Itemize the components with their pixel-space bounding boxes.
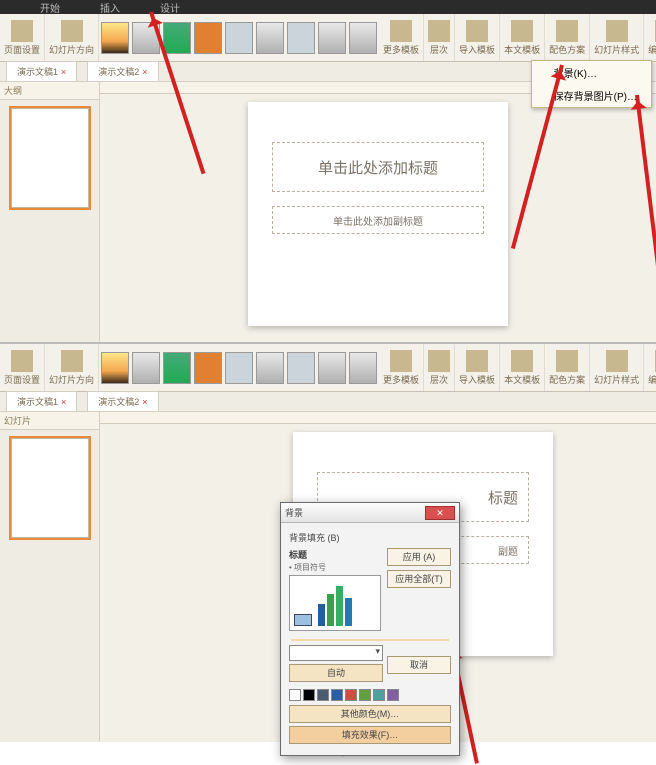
- page-setup-icon[interactable]: [11, 350, 33, 372]
- slide[interactable]: 单击此处添加标题 单击此处添加副标题: [248, 102, 508, 326]
- edit-master-label: 编辑母版: [648, 43, 656, 56]
- panel-tab-outline[interactable]: 大纲: [0, 82, 99, 100]
- import-label: 层次: [430, 43, 448, 56]
- doc-tab[interactable]: 演示文稿2×: [87, 61, 158, 81]
- slide-direction-icon[interactable]: [61, 350, 83, 372]
- slide-panel: 大纲: [0, 82, 100, 362]
- dropdown-item-background[interactable]: 背景(K)…: [532, 61, 651, 84]
- template-thumb[interactable]: [256, 22, 284, 54]
- template-thumb[interactable]: [287, 22, 315, 54]
- slide-direction-icon[interactable]: [61, 20, 83, 42]
- more-templates-icon[interactable]: [390, 20, 412, 42]
- background-dialog: 背景 ✕ 背景填充 (B) 标题 • 项目符号 应用 (A): [280, 502, 460, 756]
- template-thumb[interactable]: [163, 22, 191, 54]
- subtitle-placeholder[interactable]: 单击此处添加副标题: [272, 206, 484, 234]
- color-scheme-icon[interactable]: [556, 350, 578, 372]
- more-templates-icon[interactable]: [390, 350, 412, 372]
- import-template-icon[interactable]: [466, 20, 488, 42]
- page-setup-label: 页面设置: [4, 43, 40, 56]
- template-gallery[interactable]: [99, 20, 379, 56]
- ribbon: 页面设置 幻灯片方向 更多模板 层次 导入模板 本文模板 配色方案 幻灯片样式 …: [0, 14, 656, 62]
- import-icon[interactable]: [428, 350, 450, 372]
- workspace: 大纲 单击此处添加标题 单击此处添加副标题: [0, 82, 656, 362]
- template-thumb[interactable]: [256, 352, 284, 384]
- color-swatch[interactable]: [289, 689, 301, 701]
- template-thumb[interactable]: [194, 352, 222, 384]
- color-swatch[interactable]: [359, 689, 371, 701]
- template-thumb[interactable]: [349, 352, 377, 384]
- fill-effects-button[interactable]: 填充效果(F)…: [289, 726, 451, 744]
- template-thumb[interactable]: [194, 22, 222, 54]
- menu-bar: 开始 插入 设计: [0, 0, 656, 14]
- import-template-label: 导入模板: [459, 43, 495, 56]
- template-thumb[interactable]: [225, 352, 253, 384]
- doc-tab[interactable]: 演示文稿2×: [87, 391, 158, 411]
- template-thumb[interactable]: [132, 352, 160, 384]
- workspace: 幻灯片 标题 副题 背景 ✕ 背景填充 (B) 标题 • 项目符号: [0, 412, 656, 742]
- menu-item[interactable]: 设计: [160, 0, 180, 15]
- cancel-button[interactable]: 取消: [387, 656, 451, 674]
- slide-thumbnail[interactable]: [11, 108, 89, 208]
- color-swatch[interactable]: [331, 689, 343, 701]
- color-scheme-label: 配色方案: [549, 43, 585, 56]
- import-template-icon[interactable]: [466, 350, 488, 372]
- this-template-label: 本文模板: [504, 43, 540, 56]
- preview-section-label: 标题: [289, 548, 381, 561]
- this-template-icon[interactable]: [511, 20, 533, 42]
- ribbon: 页面设置 幻灯片方向 更多模板 层次 导入模板 本文模板 配色方案 幻灯片样式 …: [0, 344, 656, 392]
- page-setup-icon[interactable]: [11, 20, 33, 42]
- fill-label: 背景填充 (B): [289, 531, 451, 544]
- slide-direction-label: 幻灯片方向: [49, 43, 94, 56]
- template-thumb[interactable]: [225, 22, 253, 54]
- color-scheme-icon[interactable]: [556, 20, 578, 42]
- more-templates-label: 更多模板: [383, 43, 419, 56]
- template-gallery[interactable]: [99, 350, 379, 386]
- color-swatch[interactable]: [373, 689, 385, 701]
- slide-style-icon[interactable]: [606, 20, 628, 42]
- color-swatch[interactable]: [387, 689, 399, 701]
- template-thumb[interactable]: [349, 22, 377, 54]
- more-colors-button[interactable]: 其他颜色(M)…: [289, 705, 451, 723]
- color-swatch[interactable]: [345, 689, 357, 701]
- preview-bullet: • 项目符号: [289, 562, 381, 573]
- template-thumb[interactable]: [101, 22, 129, 54]
- panel-tab-slides[interactable]: 幻灯片: [0, 412, 99, 430]
- auto-button[interactable]: 自动: [289, 664, 383, 682]
- title-placeholder[interactable]: 单击此处添加标题: [272, 142, 484, 192]
- color-select[interactable]: [289, 645, 383, 661]
- slide-style-label: 幻灯片样式: [594, 43, 639, 56]
- menu-item[interactable]: 开始: [40, 0, 60, 15]
- template-thumb[interactable]: [318, 352, 346, 384]
- apply-button[interactable]: 应用 (A): [387, 548, 451, 566]
- this-template-icon[interactable]: [511, 350, 533, 372]
- template-thumb[interactable]: [318, 22, 346, 54]
- slide-panel: 幻灯片: [0, 412, 100, 742]
- import-icon[interactable]: [428, 20, 450, 42]
- slide-thumbnail[interactable]: [11, 438, 89, 538]
- template-thumb[interactable]: [287, 352, 315, 384]
- slide-canvas: 单击此处添加标题 单击此处添加副标题: [100, 82, 656, 362]
- dialog-titlebar[interactable]: 背景 ✕: [281, 503, 459, 523]
- color-swatch[interactable]: [303, 689, 315, 701]
- doc-tabs: 演示文稿1× 演示文稿2×: [0, 392, 656, 412]
- close-icon[interactable]: ✕: [425, 506, 455, 520]
- doc-tab[interactable]: 演示文稿1×: [6, 61, 77, 81]
- template-thumb[interactable]: [163, 352, 191, 384]
- color-swatch[interactable]: [317, 689, 329, 701]
- ruler: [100, 412, 656, 424]
- menu-item[interactable]: 插入: [100, 0, 120, 15]
- apply-all-button[interactable]: 应用全部(T): [387, 570, 451, 588]
- dialog-title: 背景: [285, 506, 303, 519]
- fill-preview: [289, 575, 381, 631]
- slide-style-icon[interactable]: [606, 350, 628, 372]
- color-swatches: [289, 689, 451, 701]
- template-thumb[interactable]: [101, 352, 129, 384]
- doc-tab[interactable]: 演示文稿1×: [6, 391, 77, 411]
